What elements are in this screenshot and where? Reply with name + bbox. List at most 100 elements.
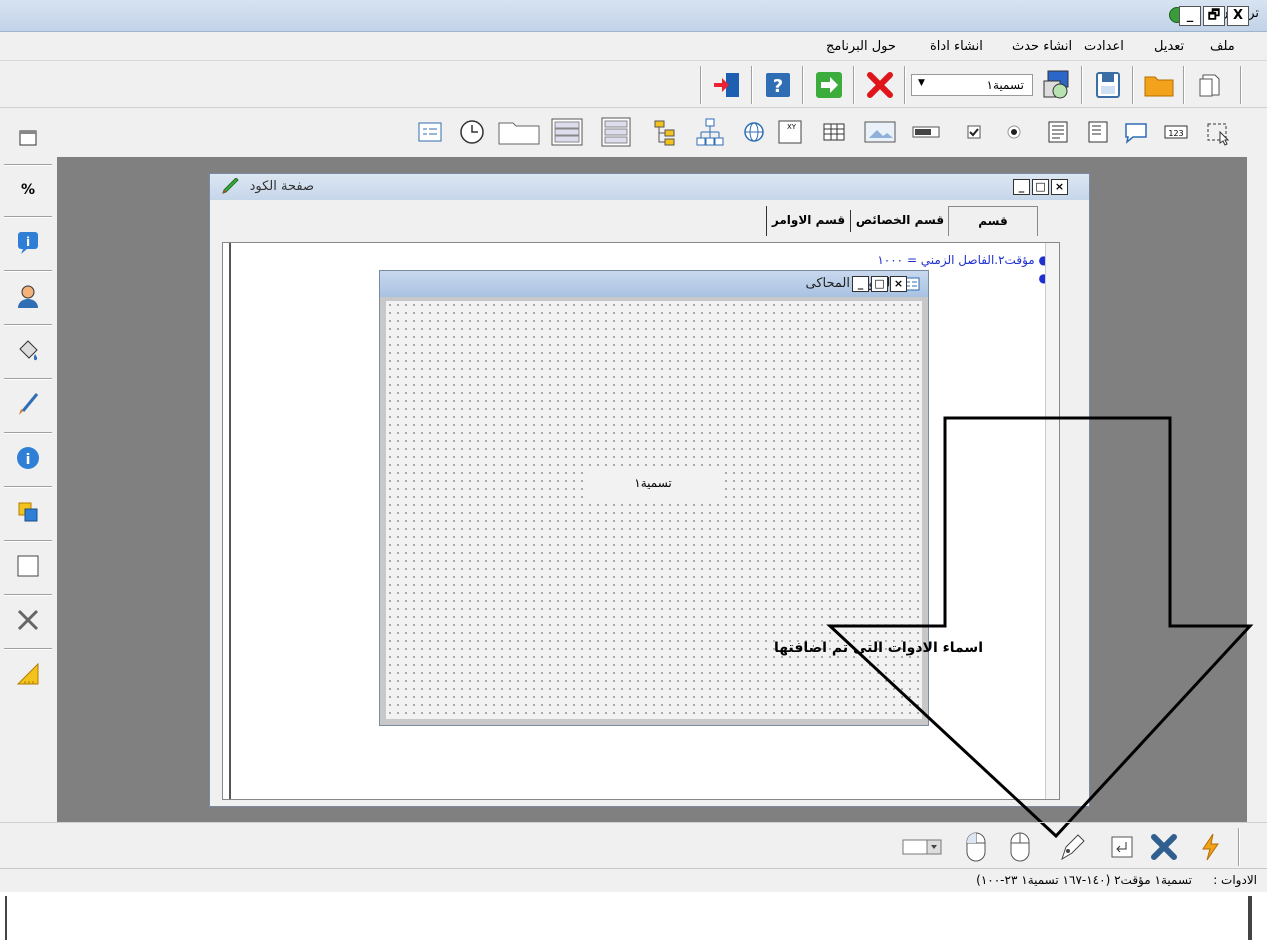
- person-tool[interactable]: [10, 276, 46, 316]
- code-line-text: مؤقت٢.الفاصل الزمني = ١٠٠٠: [877, 253, 1035, 267]
- info-tool[interactable]: i: [10, 438, 46, 478]
- radio-icon: [1007, 125, 1021, 139]
- hierarchy-tool[interactable]: [692, 114, 728, 150]
- delete-x-icon: [1151, 834, 1177, 860]
- close-button[interactable]: X: [1227, 6, 1249, 26]
- enter-button[interactable]: [1104, 829, 1140, 865]
- selection-icon: [1207, 123, 1230, 146]
- new-file-button[interactable]: [1192, 67, 1228, 103]
- delete-button[interactable]: [862, 67, 898, 103]
- timer-tool[interactable]: [454, 114, 490, 150]
- paint-bucket-icon: [19, 340, 38, 361]
- pen-icon: [1061, 834, 1085, 861]
- combo-button[interactable]: [900, 829, 946, 865]
- progress-tool[interactable]: [908, 114, 944, 150]
- menu-file[interactable]: ملف: [1210, 39, 1235, 54]
- ruler-tool[interactable]: [10, 654, 46, 694]
- open-button[interactable]: [1141, 67, 1177, 103]
- svg-text:i: i: [26, 452, 31, 468]
- xy-tool[interactable]: XY: [772, 114, 808, 150]
- menu-edit[interactable]: تعديل: [1154, 39, 1184, 54]
- delete-icon: [867, 72, 893, 98]
- window-tool[interactable]: [10, 118, 46, 158]
- listbox-tool[interactable]: [1080, 114, 1116, 150]
- brush-tool[interactable]: [10, 384, 46, 424]
- list-view-tool[interactable]: [548, 114, 584, 150]
- toolbar-separator: [1238, 828, 1240, 866]
- tree-tool[interactable]: [648, 114, 684, 150]
- code-window-minimize[interactable]: _: [1013, 179, 1030, 195]
- multi-list-icon: [601, 117, 631, 147]
- combo-icon: [902, 839, 942, 855]
- run-icon: [816, 72, 842, 98]
- tab-properties[interactable]: قسم الخصائص: [855, 206, 945, 236]
- compile-icon: [1043, 70, 1069, 99]
- toolbar-separator: [1183, 66, 1185, 104]
- form-window-minimize[interactable]: _: [852, 276, 869, 292]
- delete-event-button[interactable]: [1146, 829, 1182, 865]
- help-button[interactable]: ?: [760, 67, 796, 103]
- form-label-control[interactable]: تسمية١: [586, 467, 720, 499]
- tab-divider: [850, 210, 851, 232]
- menu-create-tool[interactable]: انشاء اداة: [930, 39, 983, 54]
- run-button[interactable]: [811, 67, 847, 103]
- menu-about[interactable]: حول البرنامج: [826, 39, 896, 54]
- list-view-icon: [551, 118, 583, 146]
- toolbar-separator: [4, 594, 52, 596]
- info-bubble-tool[interactable]: i: [10, 222, 46, 262]
- form-window-maximize[interactable]: □: [871, 276, 888, 292]
- paint-bucket-tool[interactable]: [10, 330, 46, 370]
- table-tool[interactable]: [816, 114, 852, 150]
- image-icon: [864, 121, 896, 143]
- tab-definitions[interactable]: قسم التعريفات: [948, 206, 1038, 256]
- toolbar-separator: [4, 164, 52, 166]
- layers-tool[interactable]: [10, 492, 46, 532]
- percent-icon: %: [20, 182, 36, 198]
- code-line: ● مؤقت٢.الفاصل الزمني = ١٠٠٠: [877, 253, 1049, 267]
- number-box-icon: 123: [1164, 125, 1188, 139]
- info-bubble-icon: i: [18, 232, 38, 254]
- form-tool[interactable]: [412, 114, 448, 150]
- status-bar: الادوات : تسمية١ مؤقت٢ (١٤٠-١٦٧ تسمية١ ٢…: [0, 868, 1267, 892]
- checkbox-icon: [967, 125, 981, 139]
- maximize-button[interactable]: 🗗: [1203, 6, 1225, 26]
- mouse-button[interactable]: [1002, 829, 1038, 865]
- output-right-edge: [1248, 896, 1252, 940]
- tab-commands[interactable]: قسم الاوامر: [766, 206, 850, 236]
- rectangle-tool[interactable]: [10, 546, 46, 586]
- code-window-maximize[interactable]: □: [1032, 179, 1049, 195]
- menu-create-event[interactable]: انشاء حدث: [1012, 39, 1072, 54]
- enter-icon: [1111, 836, 1133, 858]
- percent-tool[interactable]: %: [10, 170, 46, 210]
- chevron-down-icon: ▼: [918, 78, 925, 88]
- lightning-button[interactable]: [1192, 829, 1228, 865]
- hierarchy-icon: [696, 118, 724, 146]
- exit-button[interactable]: [709, 67, 745, 103]
- pen-button[interactable]: [1054, 829, 1090, 865]
- radio-tool[interactable]: [996, 114, 1032, 150]
- frame-tool[interactable]: [496, 114, 542, 150]
- exit-icon: [714, 73, 739, 97]
- image-tool[interactable]: [862, 114, 898, 150]
- code-window-close[interactable]: ×: [1051, 179, 1068, 195]
- toolbar-separator: [1081, 66, 1083, 104]
- status-label: الادوات :: [1213, 873, 1257, 887]
- compile-button[interactable]: [1038, 67, 1074, 103]
- comment-tool[interactable]: [1118, 114, 1154, 150]
- save-button[interactable]: [1090, 67, 1126, 103]
- object-select-value: تسمية١: [986, 78, 1025, 92]
- minimize-button[interactable]: _: [1179, 6, 1201, 26]
- tools-tool[interactable]: [10, 600, 46, 640]
- object-select[interactable]: تسمية١ ▼: [911, 74, 1033, 96]
- text-lines-tool[interactable]: [1040, 114, 1076, 150]
- toolbar-separator: [4, 378, 52, 380]
- event-toolbar: [0, 822, 1267, 868]
- multi-list-tool[interactable]: [598, 114, 634, 150]
- number-box-tool[interactable]: 123: [1158, 114, 1194, 150]
- menu-settings[interactable]: اعدادت: [1084, 39, 1124, 54]
- mouse-left-button[interactable]: [958, 829, 994, 865]
- selection-tool[interactable]: [1200, 114, 1236, 150]
- checkbox-tool[interactable]: [956, 114, 992, 150]
- web-tool[interactable]: [736, 114, 772, 150]
- form-window-close[interactable]: ×: [890, 276, 907, 292]
